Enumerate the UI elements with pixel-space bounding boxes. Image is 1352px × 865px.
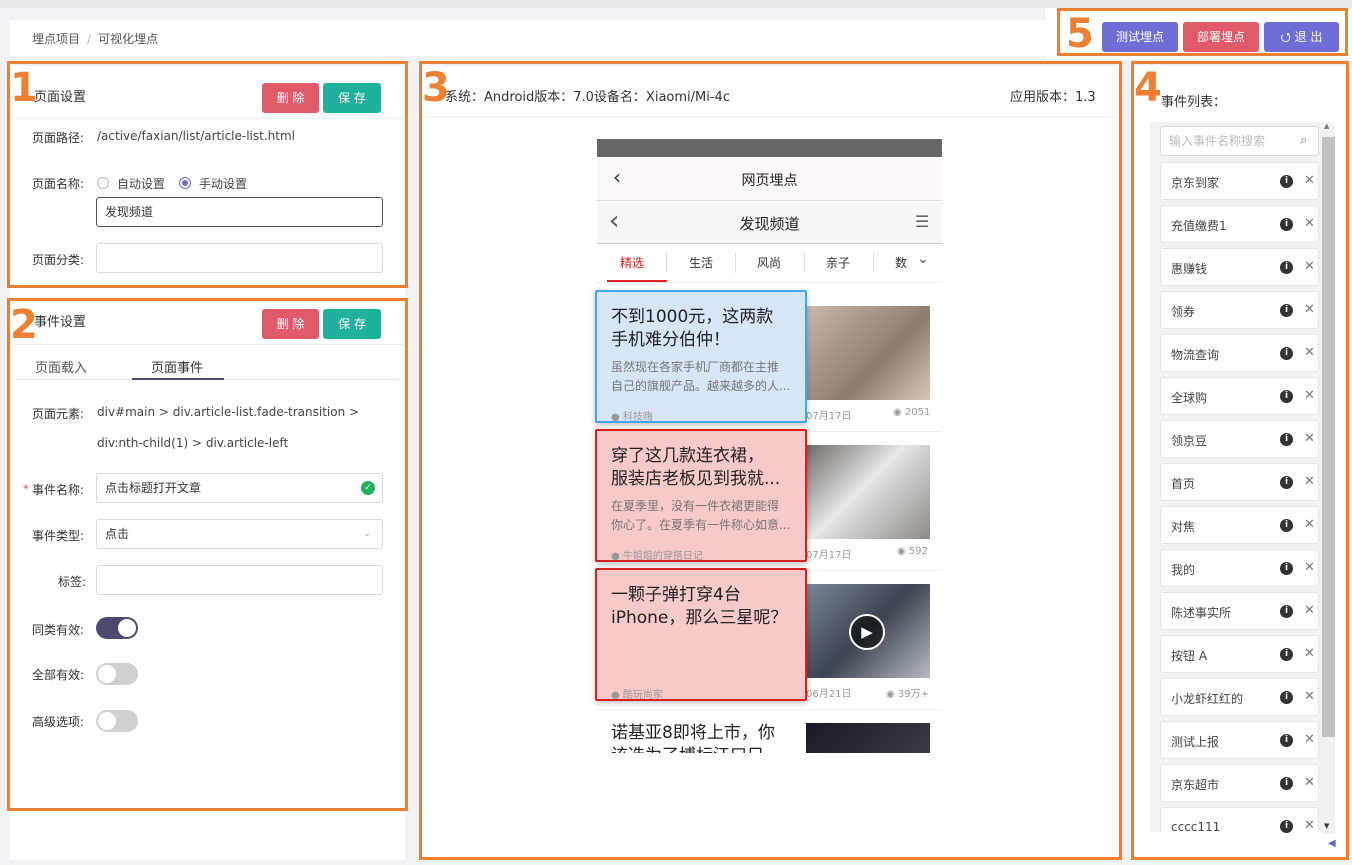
breadcrumb-bar: 埋点项目 / 可视化埋点 (10, 20, 1045, 56)
annotation-number-5: 5 (1066, 11, 1094, 57)
annotation-box-1 (7, 61, 408, 288)
breadcrumb-root[interactable]: 埋点项目 (32, 32, 80, 46)
annotation-number-4: 4 (1134, 65, 1162, 111)
annotation-box-2 (7, 298, 408, 811)
breadcrumb-current: 可视化埋点 (98, 32, 159, 46)
annotation-number-1: 1 (10, 65, 38, 111)
annotation-number-2: 2 (10, 302, 38, 348)
breadcrumb: 埋点项目 / 可视化埋点 (32, 30, 158, 47)
annotation-box-5 (1057, 8, 1348, 56)
top-bar (0, 0, 1352, 8)
breadcrumb-separator: / (87, 32, 92, 46)
annotation-number-3: 3 (422, 65, 450, 111)
annotation-box-3 (419, 61, 1122, 860)
annotation-box-4 (1131, 61, 1349, 860)
